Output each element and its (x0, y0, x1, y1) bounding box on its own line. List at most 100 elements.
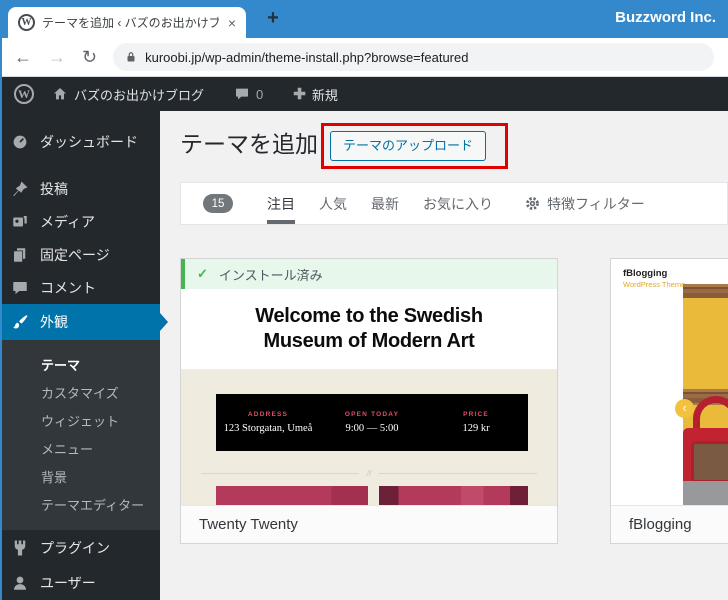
sidebar-label: プラグイン (40, 539, 110, 556)
sidebar-label: 投稿 (40, 180, 68, 197)
tab-featured[interactable]: 注目 (267, 183, 295, 224)
media-icon (10, 213, 30, 231)
tab-close-icon[interactable]: × (226, 15, 238, 31)
preview-artwork-right (379, 486, 528, 506)
sidebar-item-users[interactable]: ユーザー (0, 565, 160, 600)
tab-latest[interactable]: 最新 (371, 183, 399, 224)
page-title: テーマを追加 (180, 131, 318, 157)
installed-label: インストール済み (218, 267, 323, 283)
forward-icon[interactable]: → (48, 48, 66, 66)
theme-name-bar[interactable]: Twenty Twenty (181, 505, 557, 543)
comment-icon (10, 279, 30, 297)
submenu-item-customize[interactable]: カスタマイズ (0, 378, 160, 406)
theme-count-badge: 15 (203, 194, 233, 213)
main-content: テーマを追加 テーマのアップロード 15 注目 人気 最新 お気に入り 特徴フィ… (160, 111, 728, 600)
tab-favorites[interactable]: お気に入り (423, 183, 493, 224)
sidebar-item-plugins[interactable]: プラグイン (0, 530, 160, 565)
divider-glyph: // (366, 469, 372, 478)
theme-name: fBlogging (629, 516, 692, 533)
adminbar-new[interactable]: ✚ 新規 (293, 85, 338, 104)
sidebar-item-dashboard[interactable]: ダッシュボード (0, 125, 160, 158)
reload-icon[interactable]: ↻ (82, 48, 97, 66)
browser-toolbar: ← → ↻ kuroobi.jp/wp-admin/theme-install.… (0, 38, 728, 77)
photo-floor (683, 481, 728, 505)
preview-heading: Welcome to the Swedish Museum of Modern … (255, 305, 483, 352)
sidebar-label: ダッシュボード (40, 133, 138, 150)
comment-count: 0 (256, 86, 264, 102)
info-label: ADDRESS (247, 411, 289, 418)
photo-bag-flap (691, 441, 728, 483)
window-label: Buzzword Inc. (615, 9, 716, 26)
feature-filter-label: 特徴フィルター (547, 195, 645, 212)
appearance-submenu: テーマ カスタマイズ ウィジェット メニュー 背景 テーマエディター (0, 340, 160, 530)
info-col-address: ADDRESS 123 Storgatan, Umeå (216, 411, 320, 434)
wp-admin-bar: W バズのお出かけブログ 0 ✚ 新規 (0, 77, 728, 111)
photo-bamboo-top (683, 284, 728, 298)
sidebar-item-comments[interactable]: コメント (0, 271, 160, 304)
sidebar-item-pages[interactable]: 固定ページ (0, 238, 160, 271)
gear-icon (525, 196, 540, 211)
theme-name: Twenty Twenty (199, 516, 298, 533)
menu-separator (0, 158, 160, 172)
fblogging-logo: fBlogging (623, 268, 668, 279)
fblogging-tagline: WordPress Theme (623, 280, 686, 289)
sidebar-item-appearance[interactable]: 外観 (0, 304, 168, 340)
admin-sidebar: ダッシュボード 投稿 メディア 固定ページ コメント 外観 テーマ カスタマイズ… (0, 111, 168, 600)
submenu-item-widgets[interactable]: ウィジェット (0, 406, 160, 434)
sidebar-label: 外観 (40, 314, 68, 330)
home-icon (52, 86, 68, 102)
wordpress-favicon-icon: W (18, 14, 35, 31)
theme-preview-body: ADDRESS 123 Storgatan, Umeå OPEN TODAY 9… (181, 369, 557, 506)
chevron-left-icon[interactable]: ‹ (675, 399, 694, 418)
submenu-item-theme-editor[interactable]: テーマエディター (0, 490, 160, 518)
sidebar-label: コメント (40, 279, 96, 296)
theme-preview-header: Welcome to the Swedish Museum of Modern … (181, 289, 557, 369)
submenu-item-themes[interactable]: テーマ (0, 350, 160, 378)
browser-titlebar: W テーマを追加 ‹ バズのお出かけブログ — × + Buzzword Inc… (0, 0, 728, 38)
plug-icon (10, 539, 30, 557)
current-menu-arrow-icon (160, 313, 168, 331)
url-text: kuroobi.jp/wp-admin/theme-install.php?br… (145, 49, 469, 65)
filter-tabs: 注目 人気 最新 お気に入り (267, 183, 493, 224)
sidebar-label: ユーザー (40, 574, 96, 591)
browser-tab[interactable]: W テーマを追加 ‹ バズのお出かけブログ — × (8, 7, 246, 38)
theme-filter-bar: 15 注目 人気 最新 お気に入り 特徴フィルター (180, 182, 728, 225)
info-label: PRICE (463, 411, 489, 418)
info-value: 9:00 — 5:00 (345, 423, 399, 434)
sidebar-label: 固定ページ (40, 246, 110, 263)
theme-name-bar[interactable]: fBlogging (611, 505, 728, 543)
new-tab-button[interactable]: + (260, 5, 286, 31)
upload-theme-button[interactable]: テーマのアップロード (330, 131, 487, 161)
preview-info-panel: ADDRESS 123 Storgatan, Umeå OPEN TODAY 9… (216, 394, 528, 451)
info-col-open-today: OPEN TODAY 9:00 — 5:00 (320, 411, 424, 434)
adminbar-comments[interactable]: 0 (234, 86, 263, 102)
plus-icon: ✚ (293, 86, 306, 103)
sidebar-label: メディア (40, 213, 96, 230)
sidebar-item-posts[interactable]: 投稿 (0, 172, 160, 205)
theme-card-twenty-twenty[interactable]: ✓ インストール済み Welcome to the Swedish Museum… (180, 258, 558, 544)
sidebar-item-media[interactable]: メディア (0, 205, 160, 238)
brush-icon (10, 313, 30, 331)
theme-card-fblogging[interactable]: fBlogging WordPress Theme ‹ fBlogging (610, 258, 728, 544)
address-bar[interactable]: kuroobi.jp/wp-admin/theme-install.php?br… (113, 43, 714, 71)
pin-icon (10, 180, 30, 198)
fblogging-preview-photo (683, 284, 728, 505)
info-value: 129 kr (462, 423, 490, 434)
wordpress-logo-icon[interactable]: W (14, 84, 34, 104)
comment-icon (234, 86, 250, 102)
pages-icon (10, 246, 30, 264)
dashboard-icon (10, 133, 30, 151)
feature-filter-button[interactable]: 特徴フィルター (525, 194, 645, 214)
preview-artwork-left (216, 486, 368, 506)
back-icon[interactable]: ← (14, 48, 32, 66)
adminbar-new-label: 新規 (311, 87, 338, 103)
tab-popular[interactable]: 人気 (319, 183, 347, 224)
preview-divider: // (201, 469, 538, 478)
check-icon: ✓ (197, 266, 208, 281)
adminbar-site-link[interactable]: バズのお出かけブログ (52, 85, 204, 104)
tab-title: テーマを追加 ‹ バズのお出かけブログ — (42, 16, 219, 30)
adminbar-site-name: バズのお出かけブログ (74, 87, 205, 103)
submenu-item-background[interactable]: 背景 (0, 462, 160, 490)
submenu-item-menus[interactable]: メニュー (0, 434, 160, 462)
info-col-price: PRICE 129 kr (424, 411, 528, 434)
